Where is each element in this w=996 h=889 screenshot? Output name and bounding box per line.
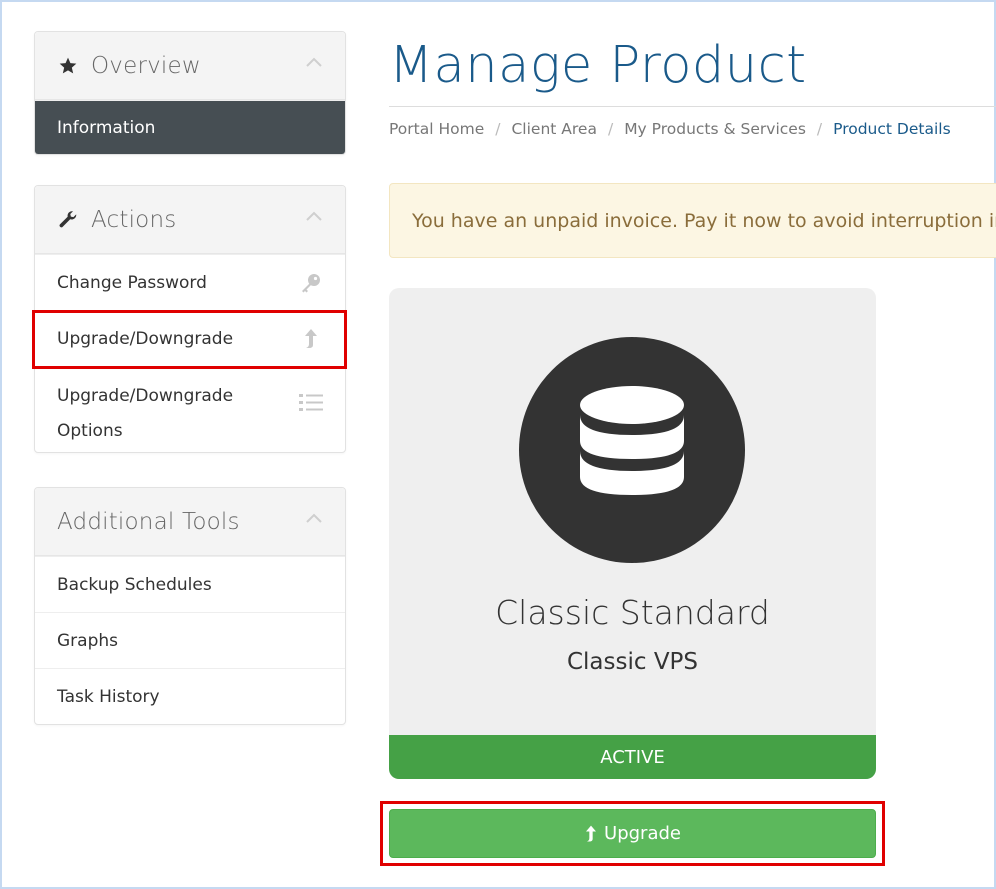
sidebar-item-graphs[interactable]: Graphs (35, 612, 345, 668)
overview-panel: Overview Information (34, 31, 346, 155)
sidebar-item-label: Backup Schedules (57, 574, 212, 595)
chevron-up-icon[interactable] (305, 210, 323, 222)
breadcrumb-product-details: Product Details (833, 120, 951, 138)
upgrade-button-label: Upgrade (604, 823, 681, 844)
sidebar-item-label: Upgrade/Downgrade (57, 328, 234, 349)
alert-text: You have an unpaid invoice. Pay it now t… (412, 209, 996, 232)
additional-tools-title: Additional Tools (57, 508, 240, 535)
upgrade-button[interactable]: Upgrade (389, 809, 876, 858)
breadcrumb-separator: / (607, 120, 614, 138)
arrow-up-icon (584, 824, 598, 844)
wrench-icon (57, 209, 79, 231)
sidebar-item-upgrade-downgrade-options[interactable]: Upgrade/Downgrade Options (35, 366, 345, 452)
list-icon (299, 391, 323, 415)
status-badge: ACTIVE (389, 735, 876, 779)
actions-title: Actions (91, 206, 177, 233)
overview-panel-header[interactable]: Overview (35, 32, 345, 100)
breadcrumb-separator: / (495, 120, 501, 138)
page-title: Manage Product (389, 36, 807, 95)
key-icon (299, 271, 323, 295)
product-card: Classic Standard Classic VPS ACTIVE (389, 288, 876, 779)
title-divider (389, 106, 996, 107)
breadcrumb-client-area[interactable]: Client Area (511, 120, 596, 138)
star-icon (57, 55, 79, 77)
unpaid-invoice-alert: You have an unpaid invoice. Pay it now t… (389, 183, 996, 258)
database-icon (519, 337, 745, 563)
sidebar-item-upgrade-downgrade[interactable]: Upgrade/Downgrade (35, 310, 345, 366)
sidebar-item-task-history[interactable]: Task History (35, 668, 345, 724)
additional-tools-panel-header[interactable]: Additional Tools (35, 488, 345, 556)
actions-panel: Actions Change Password Upgrade/Downgrad… (34, 185, 346, 453)
sidebar-item-information[interactable]: Information (35, 100, 345, 154)
sidebar-item-backup-schedules[interactable]: Backup Schedules (35, 556, 345, 612)
chevron-up-icon[interactable] (305, 56, 323, 68)
sidebar-item-change-password[interactable]: Change Password (35, 254, 345, 310)
product-group: Classic VPS (566, 649, 699, 675)
sidebar-item-label: Upgrade/Downgrade Options (57, 386, 234, 441)
arrow-up-icon (299, 327, 323, 351)
breadcrumb-portal-home[interactable]: Portal Home (389, 120, 484, 138)
breadcrumb-separator: / (816, 120, 823, 138)
sidebar-item-label: Information (57, 117, 156, 138)
breadcrumb-my-products-services[interactable]: My Products & Services (624, 120, 806, 138)
sidebar-item-label: Change Password (57, 272, 207, 293)
actions-panel-header[interactable]: Actions (35, 186, 345, 254)
additional-tools-panel: Additional Tools Backup Schedules Graphs… (34, 487, 346, 725)
overview-title: Overview (91, 52, 201, 79)
breadcrumb: Portal Home / Client Area / My Products & Se… (389, 120, 951, 138)
sidebar-item-label: Task History (57, 686, 160, 707)
sidebar-item-label: Graphs (57, 630, 119, 651)
product-name: Classic Standard (495, 593, 770, 632)
chevron-up-icon[interactable] (305, 512, 323, 524)
